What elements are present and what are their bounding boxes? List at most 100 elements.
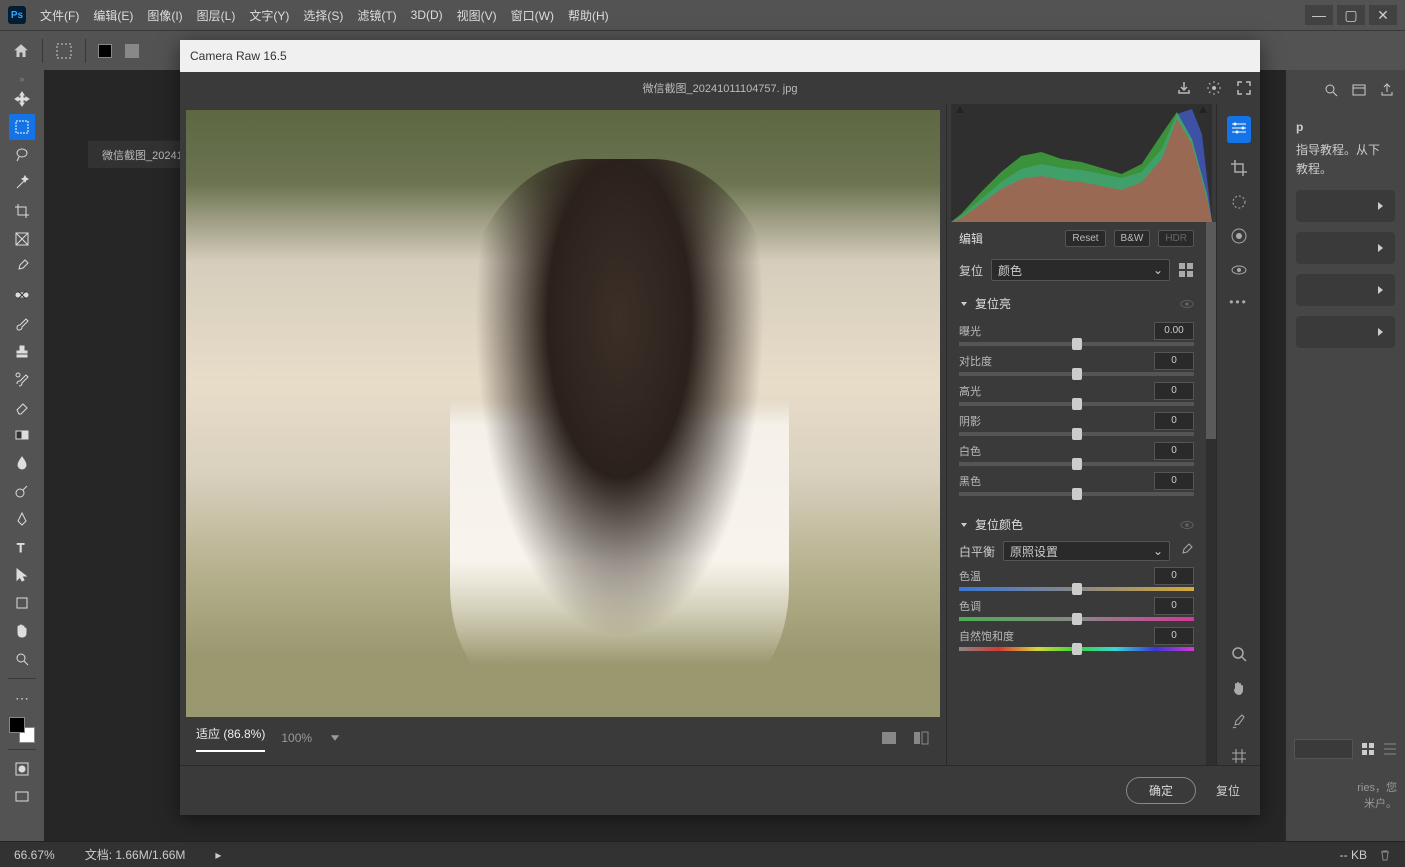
learn-card-4[interactable] — [1296, 316, 1395, 348]
heal-tool[interactable] — [9, 282, 35, 308]
fill-swatch[interactable] — [98, 44, 112, 58]
slider-thumb[interactable] — [1072, 488, 1082, 500]
chevron-down-icon[interactable] — [959, 520, 969, 530]
ok-button[interactable]: 确定 — [1126, 777, 1196, 804]
redeye-tool-icon[interactable] — [1230, 261, 1248, 279]
move-tool[interactable] — [9, 86, 35, 112]
eraser-tool[interactable] — [9, 394, 35, 420]
quick-mask-icon[interactable] — [9, 756, 35, 782]
slider-value[interactable]: 0 — [1154, 627, 1194, 645]
histogram[interactable] — [951, 104, 1212, 222]
workspace-icon[interactable] — [1351, 82, 1367, 98]
cr-zoom-tool-icon[interactable] — [1230, 645, 1248, 663]
slider-thumb[interactable] — [1072, 428, 1082, 440]
zoom-tool[interactable] — [9, 646, 35, 672]
crop-tool[interactable] — [9, 198, 35, 224]
light-title[interactable]: 复位亮 — [975, 295, 1174, 312]
slider-thumb[interactable] — [1072, 398, 1082, 410]
menu-help[interactable]: 帮助(H) — [568, 7, 609, 24]
highlight-clip-icon[interactable] — [1198, 105, 1208, 115]
eye-icon[interactable] — [1180, 297, 1194, 311]
share-icon[interactable] — [1379, 82, 1395, 98]
save-icon[interactable] — [1176, 80, 1192, 96]
cr-sampler-icon[interactable] — [1230, 713, 1248, 731]
list-view-icon[interactable] — [1383, 742, 1397, 756]
menu-filter[interactable]: 滤镜(T) — [357, 7, 396, 24]
menu-view[interactable]: 视图(V) — [457, 7, 497, 24]
doc-size[interactable]: 文档: 1.66M/1.66M — [85, 846, 186, 863]
wand-tool[interactable] — [9, 170, 35, 196]
edit-toolbar-icon[interactable]: ⋯ — [9, 685, 35, 711]
heal-tool-icon[interactable] — [1230, 193, 1248, 211]
learn-card-3[interactable] — [1296, 274, 1395, 306]
menu-3d[interactable]: 3D(D) — [411, 8, 443, 22]
libraries-dropdown[interactable] — [1294, 739, 1353, 759]
mask-tool-icon[interactable] — [1230, 227, 1248, 245]
hand-tool[interactable] — [9, 618, 35, 644]
chevron-down-icon[interactable] — [959, 299, 969, 309]
shape-tool[interactable] — [9, 590, 35, 616]
slider-track[interactable] — [959, 617, 1194, 621]
slider-track[interactable] — [959, 402, 1194, 406]
slider-track[interactable] — [959, 647, 1194, 651]
menu-type[interactable]: 文字(Y) — [249, 7, 289, 24]
fullscreen-icon[interactable] — [1236, 80, 1252, 96]
hdr-button[interactable]: HDR — [1158, 230, 1194, 247]
foreground-background-swatch[interactable] — [9, 717, 35, 743]
slider-value[interactable]: 0 — [1154, 412, 1194, 430]
menu-file[interactable]: 文件(F) — [40, 7, 79, 24]
frame-tool[interactable] — [9, 226, 35, 252]
screen-mode-icon[interactable] — [9, 784, 35, 810]
dodge-tool[interactable] — [9, 478, 35, 504]
shape-mode-icon[interactable] — [124, 43, 140, 59]
lasso-tool[interactable] — [9, 142, 35, 168]
wb-select[interactable]: 原照设置⌄ — [1003, 541, 1170, 561]
gradient-tool[interactable] — [9, 422, 35, 448]
pen-tool[interactable] — [9, 506, 35, 532]
slider-thumb[interactable] — [1072, 643, 1082, 655]
slider-track[interactable] — [959, 492, 1194, 496]
slider-thumb[interactable] — [1072, 583, 1082, 595]
minimize-button[interactable]: — — [1305, 5, 1333, 25]
slider-value[interactable]: 0 — [1154, 597, 1194, 615]
maximize-button[interactable]: ▢ — [1337, 5, 1365, 25]
slider-track[interactable] — [959, 372, 1194, 376]
edit-scrollbar[interactable] — [1206, 222, 1216, 765]
close-button[interactable]: ✕ — [1369, 5, 1397, 25]
slider-track[interactable] — [959, 342, 1194, 346]
eye-icon[interactable] — [1180, 518, 1194, 532]
before-after-single-icon[interactable] — [880, 729, 898, 747]
zoom-dropdown-icon[interactable] — [328, 731, 342, 745]
crop-tool-icon[interactable] — [1230, 159, 1248, 177]
slider-thumb[interactable] — [1072, 368, 1082, 380]
menu-select[interactable]: 选择(S) — [303, 7, 343, 24]
history-brush-tool[interactable] — [9, 366, 35, 392]
menu-image[interactable]: 图像(I) — [147, 7, 182, 24]
slider-value[interactable]: 0 — [1154, 442, 1194, 460]
wb-eyedropper-icon[interactable] — [1178, 543, 1194, 559]
color-title[interactable]: 复位颜色 — [975, 516, 1174, 533]
blur-tool[interactable] — [9, 450, 35, 476]
slider-thumb[interactable] — [1072, 458, 1082, 470]
profile-browse-icon[interactable] — [1178, 262, 1194, 278]
slider-value[interactable]: 0 — [1154, 567, 1194, 585]
reset-button[interactable]: Reset — [1065, 230, 1105, 247]
more-tools-icon[interactable]: ••• — [1229, 295, 1248, 309]
cr-hand-tool-icon[interactable] — [1230, 679, 1248, 697]
slider-value[interactable]: 0.00 — [1154, 322, 1194, 340]
dialog-title-bar[interactable]: Camera Raw 16.5 — [180, 40, 1260, 72]
zoom-level[interactable]: 66.67% — [14, 848, 55, 862]
menu-edit[interactable]: 编辑(E) — [93, 7, 133, 24]
menu-window[interactable]: 窗口(W) — [511, 7, 554, 24]
cr-grid-icon[interactable] — [1230, 747, 1248, 765]
home-icon[interactable] — [12, 42, 30, 60]
eyedropper-tool[interactable] — [9, 254, 35, 280]
stamp-tool[interactable] — [9, 338, 35, 364]
path-select-tool[interactable] — [9, 562, 35, 588]
zoom-100[interactable]: 100% — [281, 731, 312, 745]
profile-select[interactable]: 颜色⌄ — [991, 259, 1170, 281]
trash-icon[interactable] — [1379, 849, 1391, 861]
edit-tool-icon[interactable] — [1227, 116, 1251, 143]
slider-track[interactable] — [959, 462, 1194, 466]
marquee-tool[interactable] — [9, 114, 35, 140]
